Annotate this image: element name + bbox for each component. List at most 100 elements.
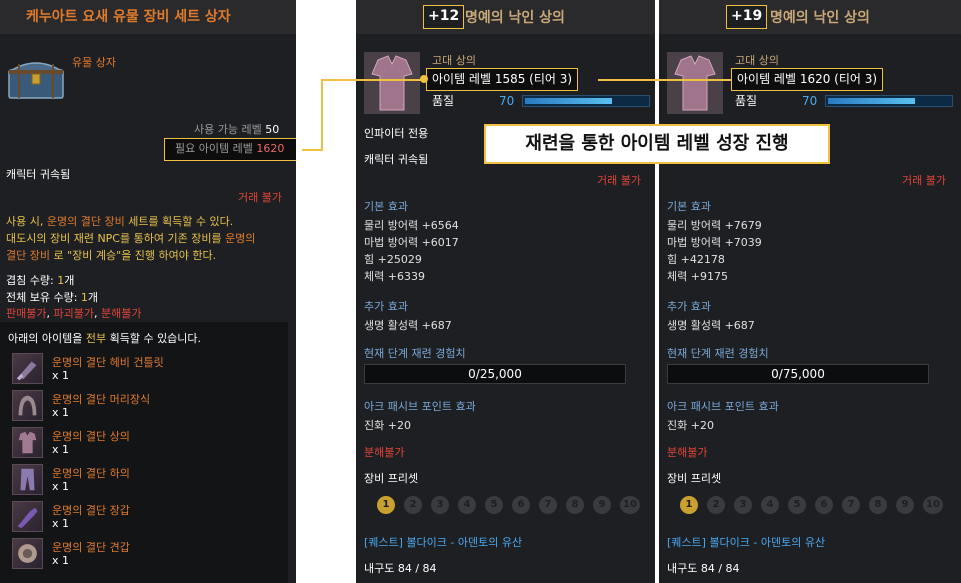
bound-text: 캐릭터 귀속됨 (6, 168, 71, 181)
desc-1a: 사용 시, (6, 215, 47, 228)
item-level: 아이템 레벨 1585 (티어 3) (432, 72, 573, 86)
bound-text: 캐릭터 귀속됨 (364, 153, 429, 166)
leg-armor-icon (12, 464, 43, 495)
preset-button[interactable]: 7 (539, 496, 557, 514)
preset-title: 장비 프리셋 (667, 472, 722, 485)
stat-line: 진화 +20 (667, 419, 714, 432)
ark-title: 아크 패시브 포인트 효과 (364, 400, 476, 413)
preset-button[interactable]: 1 (377, 496, 395, 514)
enhance-level: +19 (726, 5, 768, 29)
preset-button[interactable]: 1 (680, 496, 698, 514)
restrict-disassemble: 분해불가 (100, 307, 142, 320)
list-item[interactable]: 운명의 결단 상의 x 1 (12, 427, 272, 463)
item-name: 명예의 낙인 상의 (770, 10, 870, 26)
preset-button[interactable]: 10 (923, 496, 943, 514)
item-name: 운명의 결단 상의 (52, 430, 130, 443)
preset-button[interactable]: 9 (593, 496, 611, 514)
quality-fill (525, 98, 612, 104)
quality-fill (828, 98, 915, 104)
item-level: 아이템 레벨 1620 (티어 3) (737, 72, 878, 86)
stack-count: 겹침 수량: 1개 (6, 272, 74, 288)
refine-callout: 재련을 통한 아이템 레벨 성장 진행 (484, 124, 830, 164)
stat-line: 물리 방어력 +7679 (667, 219, 762, 232)
preset-button[interactable]: 4 (458, 496, 476, 514)
preset-button[interactable]: 8 (566, 496, 584, 514)
restrictions: 판매불가, 파괴불가, 분해불가 (6, 305, 141, 321)
stack-unit: 개 (64, 274, 75, 287)
disassemble-text: 분해불가 (667, 446, 708, 459)
preset-button[interactable]: 5 (788, 496, 806, 514)
list-item[interactable]: 운명의 결단 장갑 x 1 (12, 501, 272, 537)
chest-armor-icon (667, 52, 723, 114)
preset-button[interactable]: 7 (842, 496, 860, 514)
chest-tooltip: 케누아트 요새 유물 장비 세트 상자 유물 상자 사용 가능 레벨 50 필요… (0, 0, 296, 583)
restrict-destroy: 파괴불가 (53, 307, 94, 320)
gauntlet-icon (12, 353, 43, 384)
list-item[interactable]: 운명의 결단 헤비 건틀릿 x 1 (12, 353, 272, 389)
preset-button[interactable]: 6 (512, 496, 530, 514)
preset-button[interactable]: 4 (761, 496, 779, 514)
obtain-a: 아래의 아이템을 (8, 332, 86, 345)
preset-button[interactable]: 9 (896, 496, 914, 514)
preset-button[interactable]: 3 (431, 496, 449, 514)
description: 사용 시, 운명의 결단 장비 세트를 획득할 수 있다. 대도시의 장비 재련… (6, 213, 255, 264)
required-ilvl-box: 필요 아이템 레벨 1620 (164, 138, 296, 161)
usable-level-label: 사용 가능 레벨 (194, 123, 262, 136)
stat-line: 진화 +20 (364, 419, 411, 432)
restrict-sep-2: , (93, 307, 101, 320)
preset-button[interactable]: 2 (404, 496, 422, 514)
desc-3a: 결단 장비 (6, 249, 50, 262)
desc-1b: 운명의 결단 장비 (46, 215, 125, 228)
restrict-sell: 판매불가 (6, 307, 47, 320)
preset-title: 장비 프리셋 (364, 472, 419, 485)
preset-button[interactable]: 8 (869, 496, 887, 514)
chest-armor-icon (364, 52, 420, 114)
item-qty: x 1 (52, 406, 70, 419)
item-qty: x 1 (52, 554, 70, 567)
usable-level-value: 50 (265, 123, 280, 136)
durability: 내구도 84 / 84 (667, 562, 740, 575)
item-tooltip-before: +12 명예의 낙인 상의 고대 상의 아이템 레벨 1585 (티어 3) 품… (356, 0, 655, 583)
chest-icon (8, 62, 64, 99)
list-item[interactable]: 운명의 결단 하의 x 1 (12, 464, 272, 500)
base-effect-title: 기본 효과 (364, 200, 408, 213)
preset-button[interactable]: 3 (734, 496, 752, 514)
extra-effect-title: 추가 효과 (667, 300, 711, 313)
desc-3b: 로 "장비 계승"을 진행 하여야 한다. (49, 249, 217, 262)
obtain-c: 획득할 수 있습니다. (106, 332, 202, 345)
preset-button[interactable]: 2 (707, 496, 725, 514)
quest-source: [퀘스트] 볼다이크 - 아덴토의 유산 (667, 536, 826, 549)
stack-label: 겹침 수량: (6, 274, 58, 287)
trade-text: 거래 불가 (902, 174, 946, 187)
item-tooltip-after: +19 명예의 낙인 상의 고대 상의 아이템 레벨 1620 (티어 3) 품… (659, 0, 961, 583)
item-qty: x 1 (52, 517, 70, 530)
quality-label: 품질 (735, 94, 758, 108)
item-level-box: 아이템 레벨 1585 (티어 3) (420, 68, 579, 91)
preset-button[interactable]: 6 (815, 496, 833, 514)
item-type: 유물 상자 (72, 56, 116, 69)
stat-line: 체력 +6339 (364, 270, 425, 283)
item-name: 명예의 낙인 상의 (465, 10, 565, 26)
preset-button[interactable]: 5 (485, 496, 503, 514)
extra-effect-title: 추가 효과 (364, 300, 408, 313)
owned-label: 전체 보유 수량: (6, 291, 81, 304)
item-name: 운명의 결단 하의 (52, 467, 130, 480)
tooltip-header: +12 명예의 낙인 상의 (356, 0, 655, 34)
list-item[interactable]: 운명의 결단 견갑 x 1 (12, 538, 272, 574)
obtain-header: 아래의 아이템을 전부 획득할 수 있습니다. (8, 330, 201, 346)
item-name: 운명의 결단 장갑 (52, 504, 130, 517)
connector-line (321, 79, 323, 151)
quality-bar (825, 95, 953, 107)
enhance-level: +12 (423, 5, 465, 29)
trade-text: 거래 불가 (238, 191, 282, 204)
exp-value: 0/75,000 (667, 364, 929, 384)
preset-button[interactable]: 10 (620, 496, 640, 514)
list-item[interactable]: 운명의 결단 머리장식 x 1 (12, 390, 272, 426)
quality-value: 70 (802, 94, 818, 108)
desc-1c: 세트를 획득할 수 있다. (124, 215, 234, 228)
gloves-icon (12, 501, 43, 532)
exp-title: 현재 단계 재련 경험치 (364, 347, 466, 360)
stat-line: 힘 +42178 (667, 253, 725, 266)
quest-source: [퀘스트] 볼다이크 - 아덴토의 유산 (364, 536, 523, 549)
durability: 내구도 84 / 84 (364, 562, 437, 575)
